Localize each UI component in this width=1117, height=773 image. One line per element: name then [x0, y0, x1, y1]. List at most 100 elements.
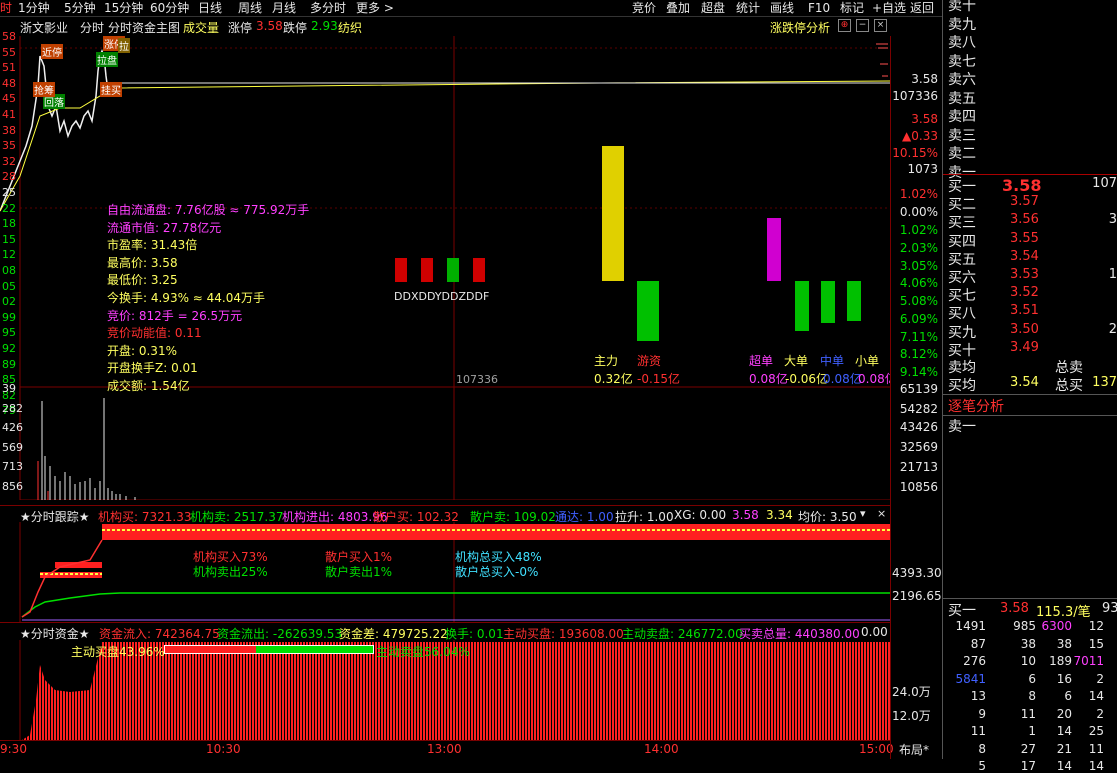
close-icon[interactable]: × [874, 19, 887, 32]
limit-down-value: 2.93 [311, 19, 338, 33]
bid-level-label: 买九 [948, 324, 976, 341]
tick-cell: 6 [1064, 689, 1072, 703]
tab-day[interactable]: 日线 [198, 0, 222, 16]
tool-auction[interactable]: 竞价 [632, 0, 656, 16]
fund-panel-header: ★分时资金★ 资金流入: 742364.75 资金流出: -262639.53 资金… [0, 622, 890, 641]
tab-1min[interactable]: 1分钟 [18, 0, 50, 16]
tick-analysis-title[interactable]: 逐笔分析 [948, 396, 1004, 416]
tab-60min[interactable]: 60分钟 [150, 0, 189, 16]
tab-more[interactable]: 更多 > [356, 0, 394, 16]
settings-icon[interactable]: ⊕ [838, 19, 851, 32]
left-price-tick: 18 [2, 217, 16, 231]
main-force-label: 主力 [594, 354, 619, 368]
tick-cell: 276 [963, 654, 986, 668]
tool-back[interactable]: 返回 [910, 0, 934, 16]
left-volume-tick: 426 [2, 421, 23, 434]
ask-level-label: 卖二 [948, 146, 976, 162]
bid-level-volume: 1 [1108, 267, 1117, 282]
tab-15min[interactable]: 15分钟 [104, 0, 143, 16]
mode-volume[interactable]: 成交量 [183, 19, 219, 36]
time-tick: 13:00 [427, 742, 462, 756]
tab-month[interactable]: 月线 [272, 0, 296, 16]
left-price-tick: 55 [2, 45, 16, 59]
top-toolbar: 时 1分钟 5分钟 15分钟 60分钟 日线 周线 月线 多分时 更多 > 竞价… [0, 0, 942, 17]
info-line: 开盘: 0.31% [107, 343, 177, 358]
left-volume-tick: 569 [2, 440, 23, 454]
large-order-label: 大单 [784, 354, 809, 368]
bid-level-label: 买四 [948, 233, 976, 250]
limit-down-label: 跌停 [283, 21, 308, 35]
tick-cell: 8 [978, 741, 986, 756]
right-axis-tick: 107336 [892, 89, 938, 103]
tick-cell: 16 [1056, 671, 1072, 686]
tick-cell: 21 [1056, 741, 1072, 756]
tracking-percent: 散户总买入-0% [455, 565, 539, 579]
right-axis-tick: ▲0.33 [902, 129, 938, 143]
left-price-tick: 41 [2, 108, 16, 121]
tool-stats[interactable]: 统计 [736, 0, 760, 16]
tab-week[interactable]: 周线 [238, 0, 262, 16]
tool-draw[interactable]: 画线 [770, 0, 794, 16]
super-order-value: 0.08亿 [749, 372, 788, 386]
tab-multi[interactable]: 多分时 [310, 0, 346, 16]
left-price-tick: 38 [2, 123, 16, 137]
main-force-value: 0.32亿 [594, 372, 633, 386]
left-price-tick: 99 [2, 310, 16, 324]
tag-la: 拉 [118, 38, 130, 53]
tool-f10[interactable]: F10 [808, 0, 830, 16]
minimize-icon[interactable]: − [856, 19, 869, 32]
ask-level-label: 卖四 [948, 109, 976, 125]
buy-average-label: 买均 [948, 378, 976, 394]
tick-cell: 2 [1096, 706, 1104, 721]
mode-fund-chart[interactable]: 分时资金主图 [108, 19, 180, 36]
mode-fenshi[interactable]: 分时 [80, 19, 104, 36]
tool-mark[interactable]: 标记 [840, 0, 864, 16]
stock-name: 浙文影业 [20, 21, 69, 35]
tag-speed: 抢筹 [33, 82, 55, 97]
tick-cell: 14 [1088, 759, 1104, 773]
active-buy-pct: 主动买盘43.96% [71, 645, 165, 659]
tick-cell: 5 [978, 759, 986, 773]
ddx-label: DDXDDYDDZDDF [394, 290, 490, 303]
time-tick: 9:30 [0, 742, 27, 756]
tab-0[interactable]: 时 [0, 0, 12, 16]
tick-divider [943, 598, 1117, 599]
tab-5min[interactable]: 5分钟 [64, 0, 96, 16]
info-line: 流通市值: 27.78亿元 [107, 220, 222, 235]
fund-axis-1: 24.0万 [892, 685, 931, 699]
tick-cell: 10 [1020, 654, 1036, 668]
total-buy-value: 137 [1092, 375, 1117, 390]
right-axis-tick: 10856 [899, 480, 938, 494]
left-price-tick: 15 [2, 232, 16, 246]
tick-cell: 14 [1056, 724, 1072, 738]
left-price-tick: 02 [2, 295, 16, 309]
close-panel-icon[interactable]: × [877, 507, 886, 520]
limit-up-label: 涨停 [228, 21, 253, 35]
tracking-panel-header: ★分时跟踪★ 机构买: 7321.33 机构卖: 2517.37 机构进出: 480… [0, 505, 890, 524]
tick-cell: 15 [1088, 636, 1104, 651]
left-price-tick: 12 [2, 248, 16, 262]
tick-cell: 11 [1088, 741, 1104, 756]
tick-cell: 1 [1028, 724, 1036, 738]
tool-super[interactable]: 超盘 [701, 0, 725, 16]
right-axis-tick: 9.14% [899, 365, 938, 379]
tool-add-watch[interactable]: +自选 [872, 0, 906, 16]
bid-level-price: 3.50 [1010, 321, 1039, 337]
sector-label: 纺织 [338, 21, 363, 35]
tick-cell: 17 [1020, 759, 1036, 773]
tick-cell: 11 [970, 724, 986, 738]
tick-cell: 27 [1020, 741, 1036, 756]
left-volume-tick: 856 [2, 479, 23, 493]
tick-cell: 6 [1028, 671, 1036, 686]
layout-button[interactable]: 布局* [899, 741, 929, 758]
medium-order-label: 中单 [820, 354, 845, 368]
ask-level-label: 卖三 [948, 127, 976, 144]
right-axis-tick: 1073 [907, 162, 938, 176]
ask-level-label: 卖七 [948, 53, 976, 70]
info-line: 市盈率: 31.43倍 [107, 238, 198, 253]
dropdown-icon[interactable]: ▾ [860, 507, 866, 520]
tick-cell: 2 [1096, 671, 1104, 686]
tool-overlay[interactable]: 叠加 [666, 0, 690, 16]
time-tick: 14:00 [644, 742, 679, 756]
vol-mid-label: 107336 [456, 373, 498, 386]
